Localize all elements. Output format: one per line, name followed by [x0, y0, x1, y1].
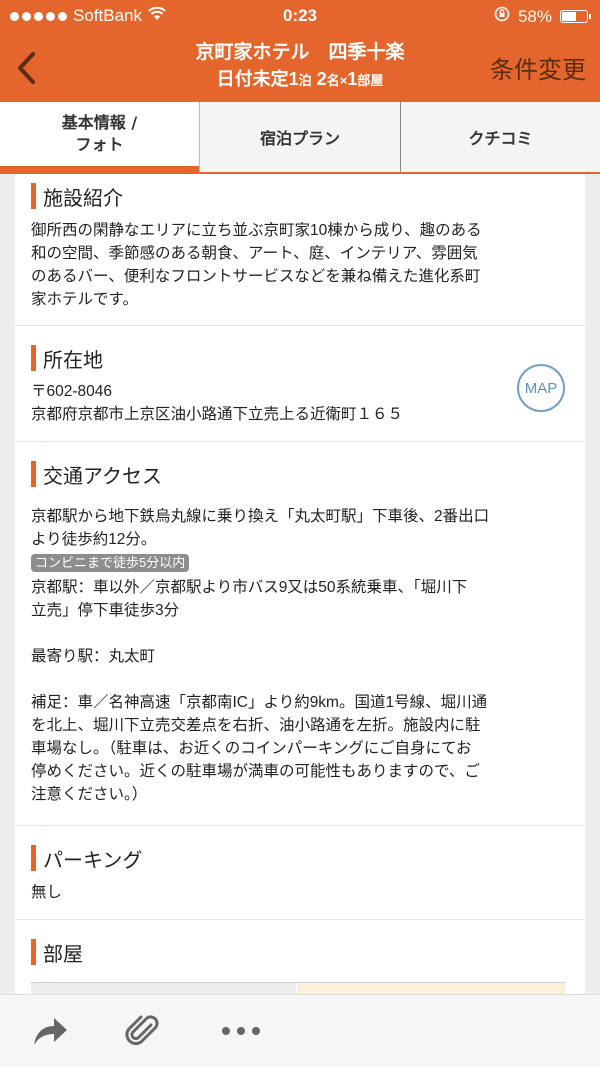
access-line: より徒歩約12分。: [31, 531, 157, 548]
paperclip-icon: [125, 1015, 159, 1046]
access-line: 京都駅から地下鉄烏丸線に乗り換え「丸太町駅」下車後、2番出口: [31, 508, 490, 525]
access-line: 京都駅：車以外／京都駅より市バス9又は50系統乗車、「堀川下: [31, 579, 468, 596]
description-line: 御所西の閑静なエリアに立ち並ぶ京町家10棟から成り、趣のある: [31, 222, 482, 239]
access-text: 京都駅から地下鉄烏丸線に乗り換え「丸太町駅」下車後、2番出口 より徒歩約12分。…: [31, 505, 565, 806]
tab-bar: 基本情報 / フォト 宿泊プラン クチコミ: [0, 102, 600, 174]
guests-count: 2: [316, 69, 327, 89]
section-accent-bar: [31, 183, 36, 209]
access-line: 注意ください。）: [31, 786, 148, 803]
access-line: 車場なし。（駐車は、お近くのコインパーキングにご自身にてお: [31, 740, 472, 757]
tab-plans[interactable]: 宿泊プラン: [199, 102, 400, 172]
section-title: 交通アクセス: [43, 465, 162, 488]
share-arrow-icon: [34, 1018, 67, 1045]
status-bar: SoftBank 0:23 58%: [0, 0, 600, 34]
address-block: 〒602-8046 京都府京都市上京区油小路通下立売上る近衛町１６５: [31, 380, 565, 426]
description-line: のあるバー、便利なフロントサービスなどを兼ね備えた進化系町: [31, 268, 481, 285]
page-title: 京町家ホテル 四季十楽 日付未定1泊 2名×1部屋: [120, 40, 480, 94]
rooms-table: 京町家用棟 総棟数: [31, 982, 565, 994]
date-text: 日付未定: [216, 69, 289, 89]
facility-description: 御所西の閑静なエリアに立ち並ぶ京町家10棟から成り、趣のある 和の空間、季節感の…: [31, 219, 565, 311]
orientation-lock-icon: [494, 6, 510, 27]
bottom-toolbar: [0, 994, 600, 1067]
section-accent-bar: [31, 939, 36, 965]
rooms-section: 部屋 京町家用棟 総棟数: [15, 920, 585, 994]
search-conditions: 日付未定1泊 2名×1部屋: [120, 66, 480, 94]
more-dots-icon: [222, 1027, 260, 1035]
status-right: 58%: [494, 6, 591, 27]
description-line: 家ホテルです。: [31, 291, 138, 308]
facility-intro-section: 施設紹介 御所西の閑静なエリアに立ち並ぶ京町家10棟から成り、趣のある 和の空間…: [15, 174, 585, 326]
access-line: 補足：車／名神高速「京都南IC」より約9km。国道1号線、堀川通: [31, 694, 488, 711]
main-content[interactable]: 施設紹介 御所西の閑静なエリアに立ち並ぶ京町家10棟から成り、趣のある 和の空間…: [15, 174, 585, 994]
access-line: 停めください。近くの駐車場が満車の可能性もありますので、ご: [31, 763, 480, 780]
rooms-table-header: 京町家用棟: [31, 982, 297, 994]
nearest-station: 最寄り駅：丸太町: [31, 648, 156, 665]
parking-value: 無し: [31, 884, 63, 901]
guests-unit: 名: [326, 73, 340, 88]
access-line: を北上、堀川下立売交差点を右折、油小路通を左折。施設内に駐: [31, 717, 481, 734]
back-button[interactable]: [4, 44, 48, 92]
change-conditions-button[interactable]: 条件変更: [490, 50, 586, 85]
nights-count: 1: [288, 69, 299, 89]
section-accent-bar: [31, 461, 36, 487]
description-line: 和の空間、季節感のある朝食、アート、庭、インテリア、雰囲気: [31, 245, 478, 262]
nights-unit: 泊: [298, 73, 312, 88]
parking-section: パーキング 無し: [15, 826, 585, 920]
section-title: パーキング: [43, 849, 143, 872]
map-button[interactable]: MAP: [517, 364, 565, 412]
chevron-left-icon: [18, 52, 35, 84]
hotel-name: 京町家ホテル 四季十楽: [195, 42, 405, 63]
section-title: 部屋: [43, 943, 83, 966]
tab-label-line1: 基本情報 /: [61, 113, 138, 132]
section-title: 施設紹介: [43, 187, 123, 210]
rooms-unit: 部屋: [357, 73, 384, 88]
tab-label-line2: フォト: [75, 135, 124, 154]
section-title: 所在地: [43, 349, 103, 372]
section-accent-bar: [31, 845, 36, 871]
tab-basic-info-photo[interactable]: 基本情報 / フォト: [0, 102, 199, 172]
access-line: 立売」停下車徒歩3分: [31, 602, 180, 619]
convenience-store-badge: コンビニまで徒歩5分以内: [31, 554, 190, 572]
battery-percent: 58%: [517, 6, 552, 26]
more-button[interactable]: [221, 1011, 261, 1051]
rooms-table-header: 総棟数: [297, 982, 565, 994]
attach-button[interactable]: [123, 1011, 163, 1051]
location-section: 所在地 〒602-8046 京都府京都市上京区油小路通下立売上る近衛町１６５ M…: [15, 326, 585, 442]
section-accent-bar: [31, 345, 36, 371]
rooms-count: 1: [347, 69, 358, 89]
nav-bar: 京町家ホテル 四季十楽 日付未定1泊 2名×1部屋 条件変更: [0, 34, 600, 102]
postal-code: 〒602-8046: [31, 383, 113, 400]
battery-icon: [560, 10, 591, 23]
address: 京都府京都市上京区油小路通下立売上る近衛町１６５: [31, 406, 404, 423]
access-section: 交通アクセス 京都駅から地下鉄烏丸線に乗り換え「丸太町駅」下車後、2番出口 より…: [15, 442, 585, 826]
tab-reviews[interactable]: クチコミ: [400, 102, 600, 172]
share-button[interactable]: [30, 1011, 70, 1051]
